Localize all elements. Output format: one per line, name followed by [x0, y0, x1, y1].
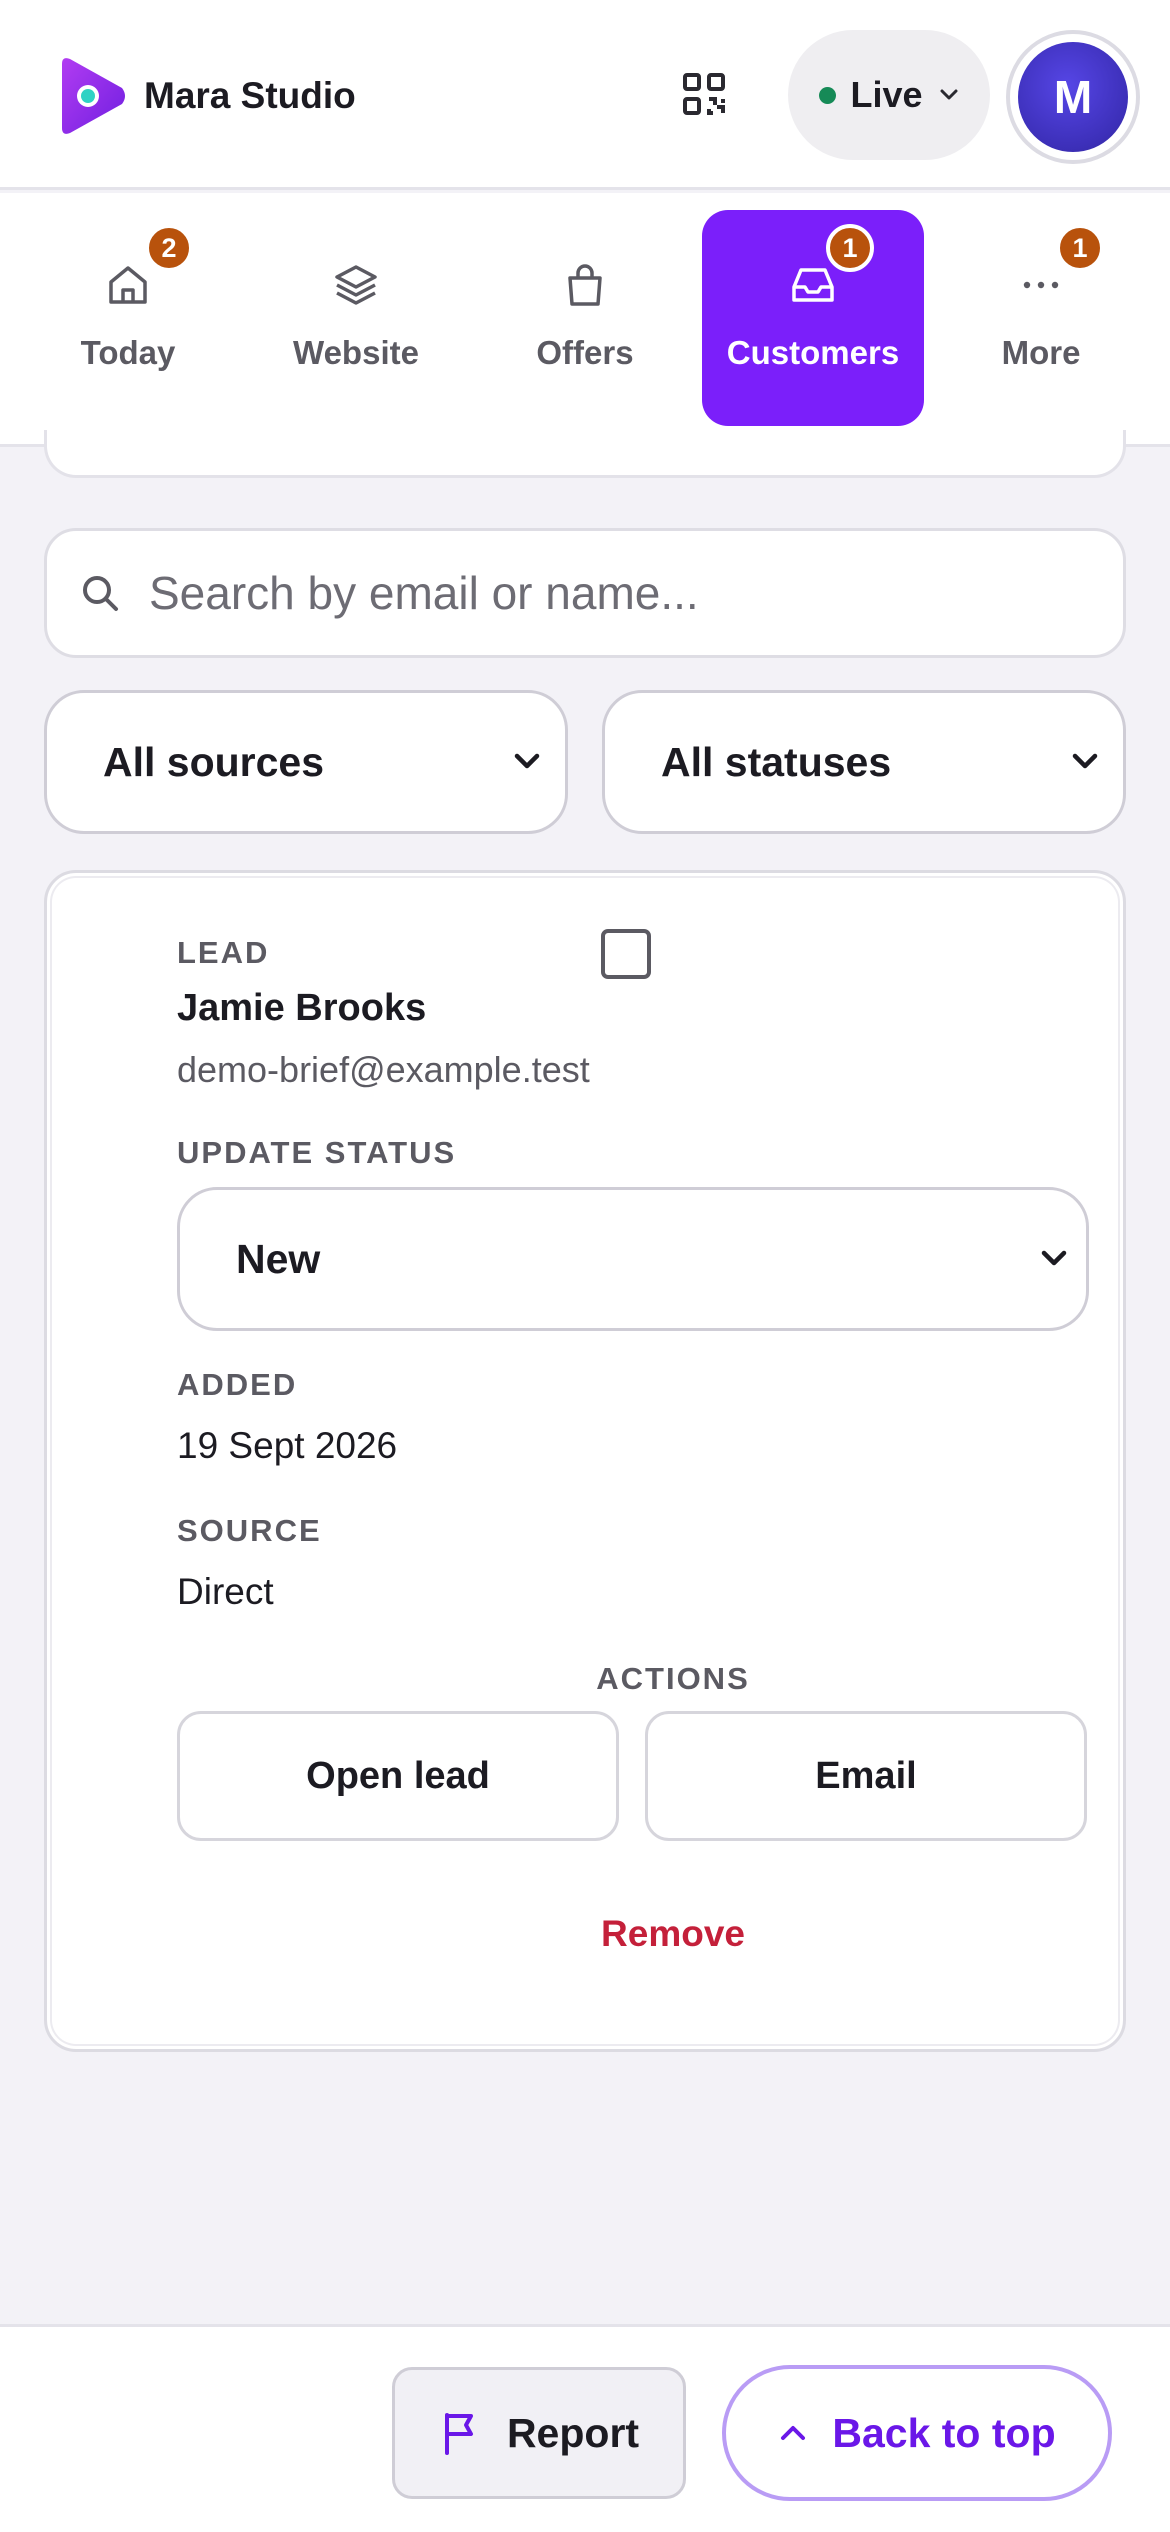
- footer-bar: Report Back to top: [0, 2324, 1170, 2532]
- chevron-down-icon: [1041, 1250, 1067, 1266]
- brand[interactable]: Mara Studio: [56, 56, 356, 136]
- main-nav: Today 2 Website Offers Customers 1 More …: [0, 193, 1170, 447]
- report-button[interactable]: Report: [392, 2367, 686, 2499]
- tab-today[interactable]: Today 2: [17, 210, 239, 426]
- tab-label: More: [1001, 334, 1081, 371]
- qr-code-icon: [683, 73, 725, 115]
- status-filter-select[interactable]: All statuses: [602, 690, 1126, 834]
- top-bar: Mara Studio Live M: [0, 0, 1170, 190]
- account-avatar-button[interactable]: M: [1006, 30, 1140, 164]
- tab-offers[interactable]: Offers: [474, 210, 696, 426]
- tab-more[interactable]: More 1: [930, 210, 1152, 426]
- flag-icon: [444, 2413, 473, 2455]
- remove-lead-button[interactable]: Remove: [47, 1913, 1129, 1955]
- update-status-label: UPDATE STATUS: [177, 1135, 457, 1170]
- lead-type-label: LEAD: [177, 935, 270, 970]
- chevron-up-icon: [781, 2426, 806, 2440]
- tab-website[interactable]: Website: [245, 210, 467, 426]
- tab-label: Website: [293, 334, 419, 371]
- chevron-down-icon: [1072, 753, 1098, 769]
- open-lead-button[interactable]: Open lead: [177, 1711, 619, 1841]
- status-filter-value: All statuses: [661, 738, 892, 785]
- notification-badge: 1: [826, 224, 874, 272]
- previous-card-edge: [44, 430, 1126, 478]
- chevron-down-icon: [940, 89, 958, 100]
- back-to-top-button[interactable]: Back to top: [722, 2365, 1112, 2501]
- tab-customers[interactable]: Customers 1: [702, 210, 924, 426]
- report-label: Report: [506, 2409, 640, 2456]
- more-dots-icon: [1023, 281, 1059, 289]
- brand-logo-icon: [62, 58, 125, 134]
- chevron-down-icon: [514, 753, 540, 769]
- source-filter-select[interactable]: All sources: [44, 690, 568, 834]
- app-root: Mara Studio Live M Today 2 Website Offer…: [0, 0, 1170, 2532]
- notification-badge: 2: [145, 224, 193, 272]
- lead-select-checkbox[interactable]: [601, 929, 651, 979]
- source-filter-value: All sources: [103, 738, 325, 785]
- brand-name: Mara Studio: [144, 75, 356, 116]
- search-box[interactable]: [44, 528, 1126, 658]
- home-icon: [109, 266, 147, 304]
- source-value: Direct: [177, 1571, 274, 1612]
- search-input[interactable]: [149, 566, 1049, 620]
- lead-status-select[interactable]: New: [177, 1187, 1089, 1331]
- source-label: SOURCE: [177, 1513, 322, 1548]
- added-value: 19 Sept 2026: [177, 1425, 398, 1466]
- tab-label: Today: [80, 334, 176, 371]
- layers-icon: [335, 265, 377, 305]
- tab-label: Customers: [726, 334, 900, 371]
- notification-badge: 1: [1056, 224, 1104, 272]
- email-lead-button[interactable]: Email: [645, 1711, 1087, 1841]
- shopping-bag-icon: [568, 264, 602, 306]
- lead-status-value: New: [236, 1235, 321, 1282]
- qr-code-button[interactable]: [670, 60, 738, 128]
- back-to-top-label: Back to top: [832, 2409, 1056, 2456]
- added-label: ADDED: [177, 1367, 298, 1402]
- site-status-dropdown[interactable]: Live: [788, 30, 990, 160]
- actions-label: ACTIONS: [596, 1661, 750, 1696]
- inbox-icon: [792, 268, 834, 302]
- search-icon: [83, 576, 118, 611]
- lead-card: LEAD Jamie Brooks demo-brief@example.tes…: [44, 870, 1126, 2052]
- lead-name: Jamie Brooks: [177, 987, 427, 1029]
- live-status-dot: [819, 86, 837, 104]
- avatar: M: [1018, 42, 1128, 152]
- tab-label: Offers: [536, 334, 634, 371]
- site-status-label: Live: [850, 74, 923, 115]
- lead-email: demo-brief@example.test: [177, 1049, 590, 1090]
